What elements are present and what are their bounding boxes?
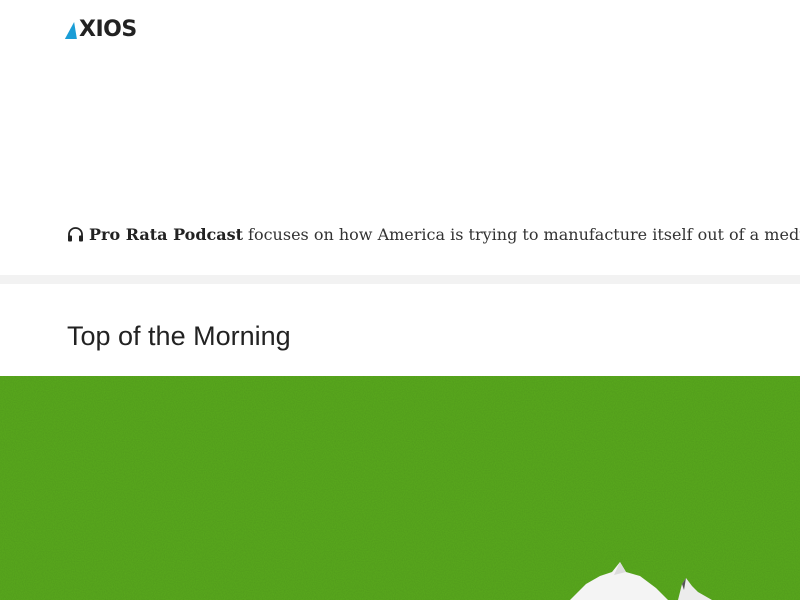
page: XIOS Pro Rata Podcast focuses on how Ame… (0, 0, 800, 600)
logo-text: XIOS (79, 17, 137, 42)
section-title: Top of the Morning (67, 321, 291, 351)
hero-image[interactable] (0, 376, 800, 600)
podcast-description: focuses on how America is trying to manu… (248, 224, 800, 244)
podcast-link[interactable]: Pro Rata Podcast (89, 225, 243, 244)
headphones-icon (68, 227, 83, 242)
section-divider (0, 275, 800, 284)
podcast-promo: Pro Rata Podcast focuses on how America … (67, 222, 800, 246)
hero-background (0, 376, 800, 600)
axios-logo[interactable]: XIOS (64, 17, 137, 42)
